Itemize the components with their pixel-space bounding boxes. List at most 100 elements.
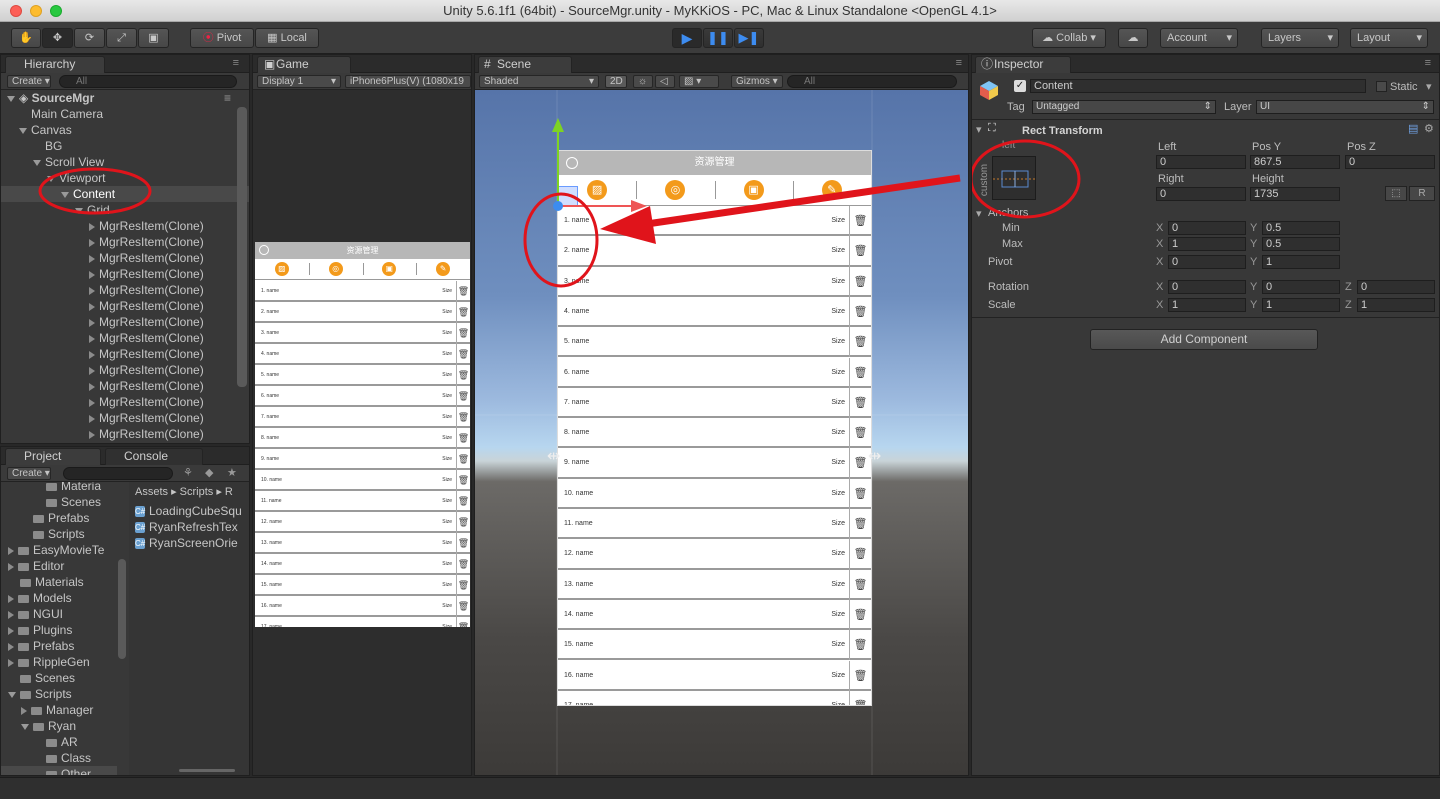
project-folder-row[interactable]: AR (1, 734, 117, 750)
panel-menu-icon[interactable]: ≡ (1425, 57, 1431, 69)
trash-icon[interactable]: 🗑 (456, 428, 470, 449)
back-icon[interactable] (259, 245, 269, 255)
max-x-field[interactable]: 1 (1168, 237, 1246, 251)
foldout-arrow-icon[interactable]: ▾ (976, 123, 982, 136)
expand-arrow-icon[interactable] (89, 334, 95, 343)
tab-scene[interactable]: # Scene (478, 56, 572, 73)
expand-arrow-icon[interactable] (89, 254, 95, 263)
resolution-dropdown[interactable]: iPhone6Plus(V) (1080x19 (345, 75, 471, 88)
project-folder-row[interactable]: Editor (1, 558, 117, 574)
rotation-x-field[interactable]: 0 (1168, 280, 1246, 294)
list-item[interactable]: 13. name Size 🗑 (255, 533, 470, 554)
pivot-x-field[interactable]: 0 (1168, 255, 1246, 269)
expand-arrow-icon[interactable] (89, 430, 95, 439)
project-folder-row[interactable]: Models (1, 590, 117, 606)
display-dropdown[interactable]: Display 1 ▾ (257, 75, 341, 88)
project-tree-scrollbar[interactable] (118, 559, 126, 659)
expand-arrow-icon[interactable] (8, 691, 16, 698)
panel-menu-icon[interactable]: ≡ (233, 57, 239, 69)
trash-icon[interactable]: 🗑 (456, 281, 470, 302)
collab-dropdown[interactable]: ☁ Collab ▾ (1032, 28, 1106, 48)
expand-arrow-icon[interactable] (21, 706, 27, 715)
list-item[interactable]: 8. name Size 🗑 (558, 418, 871, 449)
hierarchy-clone-row[interactable]: MgrResItem(Clone) (1, 298, 249, 314)
list-item[interactable]: 17. name Size 🗑 (255, 617, 470, 627)
effects-dropdown[interactable]: ▨ ▾ (679, 75, 719, 88)
blueprint-mode-button[interactable]: ⬚ (1385, 186, 1407, 201)
layers-dropdown[interactable]: Layers ▾ (1261, 28, 1339, 48)
left-field[interactable]: 0 (1156, 155, 1246, 169)
project-folder-row[interactable]: RippleGen (1, 654, 117, 670)
hierarchy-item[interactable]: BG (1, 138, 249, 154)
minimize-window-button[interactable] (30, 5, 42, 17)
expand-arrow-icon[interactable] (8, 642, 14, 651)
expand-arrow-icon[interactable] (89, 286, 95, 295)
expand-arrow-icon[interactable] (89, 366, 95, 375)
expand-arrow-icon[interactable] (89, 270, 95, 279)
trash-icon[interactable]: 🗑 (849, 236, 871, 267)
play-button[interactable]: ▶ (672, 28, 702, 48)
expand-arrow-icon[interactable] (89, 302, 95, 311)
expand-arrow-icon[interactable] (8, 610, 14, 619)
hierarchy-clone-row[interactable]: MgrResItem(Clone) (1, 218, 249, 234)
expand-arrow-icon[interactable] (8, 626, 14, 635)
project-folder-row[interactable]: Ryan (1, 718, 117, 734)
breadcrumb-item[interactable]: R (225, 486, 233, 498)
hierarchy-clone-row[interactable]: MgrResItem(Clone) (1, 346, 249, 362)
trash-icon[interactable]: 🗑 (849, 660, 871, 691)
tab-console[interactable]: Console (105, 448, 203, 465)
tag-dropdown[interactable]: Untagged ⇕ (1032, 100, 1216, 114)
help-book-icon[interactable]: ▤ (1408, 122, 1418, 135)
expand-arrow-icon[interactable] (89, 382, 95, 391)
height-field[interactable]: 1735 (1250, 187, 1340, 201)
project-file-row[interactable]: C# LoadingCubeSqu (129, 503, 249, 519)
project-folder-row[interactable]: Scripts (1, 686, 117, 702)
hierarchy-item[interactable]: Canvas (1, 122, 249, 138)
cloud-button[interactable]: ☁ (1118, 28, 1148, 48)
list-item[interactable]: 7. name Size 🗑 (255, 407, 470, 428)
film-icon[interactable]: ◎ (665, 180, 686, 200)
trash-icon[interactable]: 🗑 (849, 357, 871, 388)
min-y-field[interactable]: 0.5 (1262, 221, 1340, 235)
trash-icon[interactable]: 🗑 (849, 206, 871, 237)
scale-tool-button[interactable]: ⤢ (106, 28, 137, 48)
active-checkbox[interactable]: ✓ (1014, 80, 1026, 92)
list-item[interactable]: 6. name Size 🗑 (255, 386, 470, 407)
rect-tool-button[interactable]: ▣ (138, 28, 169, 48)
list-item[interactable]: 11. name Size 🗑 (255, 491, 470, 512)
project-folder-row[interactable]: Manager (1, 702, 117, 718)
project-file-row[interactable]: C# RyanRefreshTex (129, 519, 249, 535)
breadcrumb-item[interactable]: Assets (135, 486, 168, 498)
trash-icon[interactable]: 🗑 (849, 478, 871, 509)
min-x-field[interactable]: 0 (1168, 221, 1246, 235)
list-item[interactable]: 10. name Size 🗑 (558, 478, 871, 509)
breadcrumb-item[interactable]: Scripts (180, 486, 214, 498)
list-item[interactable]: 16. name Size 🗑 (558, 660, 871, 691)
trash-icon[interactable]: 🗑 (456, 323, 470, 344)
hand-tool-button[interactable]: ✋ (11, 28, 41, 48)
tab-project[interactable]: Project (5, 448, 101, 465)
tab-game[interactable]: ▣ Game (257, 56, 351, 73)
list-item[interactable]: 8. name Size 🗑 (255, 428, 470, 449)
list-item[interactable]: 5. name Size 🗑 (558, 327, 871, 358)
hierarchy-search-input[interactable]: All (59, 75, 237, 88)
edit-icon[interactable]: ✎ (436, 262, 451, 276)
local-toggle-button[interactable]: ▦ Local (255, 28, 319, 48)
project-folder-row[interactable]: Scenes (1, 494, 117, 510)
icon-size-slider[interactable] (179, 769, 235, 772)
trash-icon[interactable]: 🗑 (456, 575, 470, 596)
trash-icon[interactable]: 🗑 (456, 617, 470, 627)
trash-icon[interactable]: 🗑 (849, 630, 871, 661)
film-icon[interactable]: ◎ (328, 262, 343, 276)
trash-icon[interactable]: 🗑 (849, 539, 871, 570)
list-item[interactable]: 3. name Size 🗑 (558, 266, 871, 297)
list-item[interactable]: 6. name Size 🗑 (558, 357, 871, 388)
list-item[interactable]: 2. name Size 🗑 (558, 236, 871, 267)
project-folder-row[interactable]: EasyMovieTe (1, 542, 117, 558)
expand-arrow-icon[interactable] (8, 594, 14, 603)
trash-icon[interactable]: 🗑 (849, 266, 871, 297)
scale-z-field[interactable]: 1 (1357, 298, 1435, 312)
expand-arrow-icon[interactable] (21, 723, 29, 730)
expand-arrow-icon[interactable] (89, 350, 95, 359)
list-item[interactable]: 13. name Size 🗑 (558, 569, 871, 600)
